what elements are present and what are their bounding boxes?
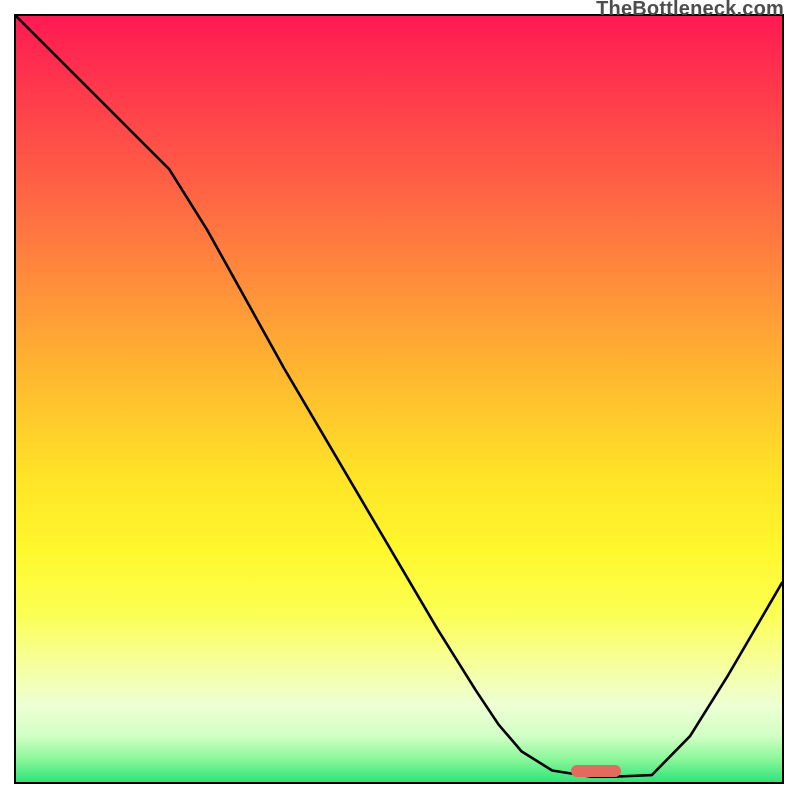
watermark-text: TheBottleneck.com [596,0,784,21]
plot-area [16,16,782,782]
bottleneck-curve [16,16,782,777]
curve-layer [16,16,782,782]
optimal-marker [571,765,621,777]
plot-frame [14,14,784,784]
